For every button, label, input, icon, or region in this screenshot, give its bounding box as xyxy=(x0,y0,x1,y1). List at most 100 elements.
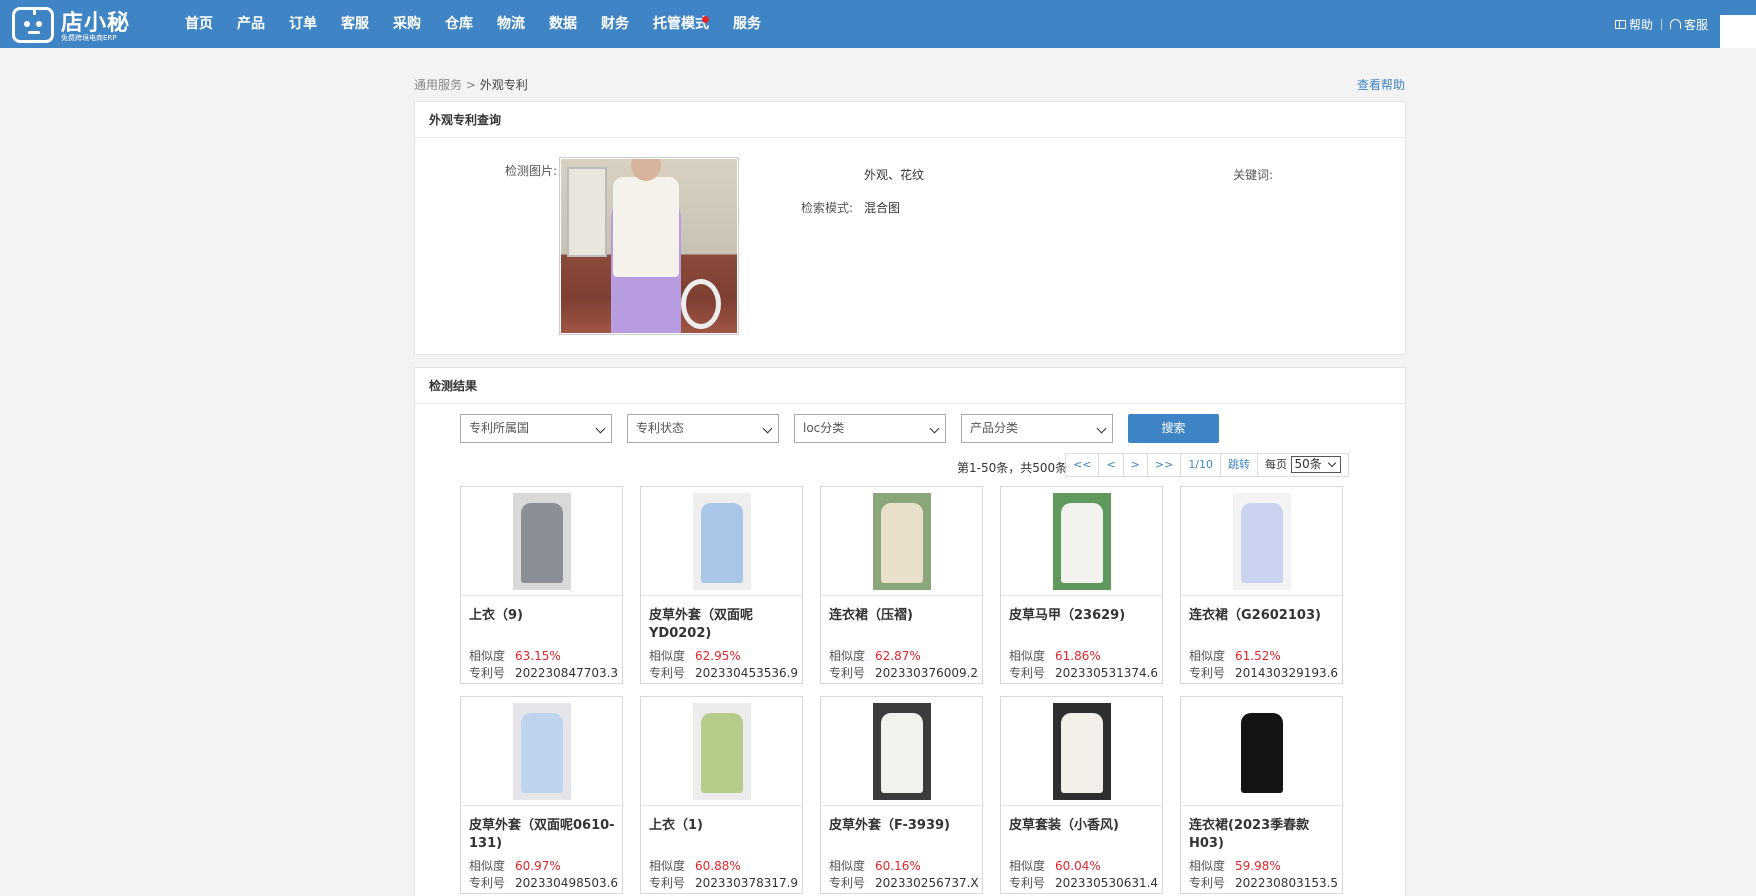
result-card-image[interactable] xyxy=(461,697,622,806)
nav-item-customer-service[interactable]: 客服 xyxy=(329,0,381,48)
patent-number: 202330378317.9 xyxy=(695,876,799,890)
query-image[interactable] xyxy=(559,157,739,335)
result-card-title: 连衣裙（G2602103) xyxy=(1189,608,1321,623)
nav-item-logistics[interactable]: 物流 xyxy=(485,0,537,48)
view-help-link[interactable]: 查看帮助 xyxy=(1357,76,1405,93)
chevron-down-icon xyxy=(1096,423,1107,434)
similarity-value: 60.16% xyxy=(875,859,921,873)
result-card[interactable]: 皮草套装（小香风) 相似度 60.04% 专利号 202330530631.4 xyxy=(1000,696,1163,894)
breadcrumb-parent[interactable]: 通用服务 xyxy=(414,78,462,92)
patent-label: 专利号 xyxy=(1009,876,1046,890)
result-card[interactable]: 上衣（9) 相似度 63.15% 专利号 202230847703.3 xyxy=(460,486,623,684)
nav-item-data[interactable]: 数据 xyxy=(537,0,589,48)
next-page-button[interactable]: > xyxy=(1124,454,1148,476)
result-card[interactable]: 连衣裙（G2602103) 相似度 61.52% 专利号 201430329193.6 xyxy=(1180,486,1343,684)
product-thumbnail xyxy=(512,702,571,800)
similarity-label: 相似度 xyxy=(829,649,866,663)
patent-row: 专利号 202230847703.3 xyxy=(469,664,618,681)
nav-item-orders[interactable]: 订单 xyxy=(277,0,329,48)
similarity-label: 相似度 xyxy=(1189,859,1226,873)
similarity-row: 相似度 60.16% xyxy=(829,857,921,874)
category-select[interactable]: 产品分类 xyxy=(961,414,1113,443)
country-select-value: 专利所属国 xyxy=(469,421,530,435)
service-link[interactable]: 客服 xyxy=(1662,16,1716,33)
per-page-select[interactable]: 50条 xyxy=(1290,456,1341,473)
result-card-image[interactable] xyxy=(821,487,982,596)
similarity-value: 59.98% xyxy=(1235,859,1281,873)
result-card-image[interactable] xyxy=(1181,487,1342,596)
patent-row: 专利号 202330378317.9 xyxy=(649,874,798,891)
breadcrumb: 通用服务 > 外观专利 xyxy=(414,76,528,93)
result-card-image[interactable] xyxy=(821,697,982,806)
result-card-image[interactable] xyxy=(641,697,802,806)
category-select-value: 产品分类 xyxy=(970,421,1019,435)
brand-logo[interactable]: 店小秘 免费跨境电商ERP xyxy=(12,2,132,46)
result-card-image[interactable] xyxy=(641,487,802,596)
patent-label: 专利号 xyxy=(469,666,506,680)
query-image-photo xyxy=(561,159,737,333)
similarity-value: 63.15% xyxy=(515,649,561,663)
results-panel: 检测结果 专利所属国 专利状态 loc分类 产品分类 搜索 第1-50条，共50… xyxy=(414,367,1406,896)
per-page-group: 每页 50条 xyxy=(1258,454,1348,476)
breadcrumb-separator: > xyxy=(465,78,476,92)
help-link[interactable]: 帮助 xyxy=(1607,16,1661,33)
nav-item-products[interactable]: 产品 xyxy=(225,0,277,48)
chevron-down-icon xyxy=(1327,458,1337,468)
result-card-image[interactable] xyxy=(1001,697,1162,806)
last-page-button[interactable]: >> xyxy=(1148,454,1182,476)
result-card-image[interactable] xyxy=(461,487,622,596)
status-select[interactable]: 专利状态 xyxy=(627,414,779,443)
similarity-value: 60.97% xyxy=(515,859,561,873)
nav-item-finance[interactable]: 财务 xyxy=(589,0,641,48)
notification-dot xyxy=(702,16,709,23)
result-card[interactable]: 皮草外套（F-3939) 相似度 60.16% 专利号 202330256737.X xyxy=(820,696,983,894)
page-indicator[interactable]: 1/10 xyxy=(1181,454,1222,476)
loc-select[interactable]: loc分类 xyxy=(794,414,946,443)
similarity-row: 相似度 60.04% xyxy=(1009,857,1101,874)
result-card-image[interactable] xyxy=(1181,697,1342,806)
nav-item-warehouse[interactable]: 仓库 xyxy=(433,0,485,48)
country-select[interactable]: 专利所属国 xyxy=(460,414,612,443)
patent-row: 专利号 202330256737.X xyxy=(829,874,979,891)
similarity-label: 相似度 xyxy=(1189,649,1226,663)
similarity-label: 相似度 xyxy=(469,649,506,663)
prev-page-button[interactable]: < xyxy=(1099,454,1124,476)
similarity-value: 61.52% xyxy=(1235,649,1281,663)
result-card[interactable]: 皮草马甲（23629) 相似度 61.86% 专利号 202330531374.6 xyxy=(1000,486,1163,684)
result-card[interactable]: 皮草外套（双面呢0610-131) 相似度 60.97% 专利号 20233049850… xyxy=(460,696,623,894)
patent-label: 专利号 xyxy=(829,876,866,890)
search-button[interactable]: 搜索 xyxy=(1128,414,1219,443)
result-card-title: 连衣裙（压褶) xyxy=(829,608,913,623)
nav-item-services[interactable]: 服务 xyxy=(721,0,773,48)
product-thumbnail xyxy=(1052,492,1111,590)
result-card[interactable]: 皮草外套（双面呢YD0202) 相似度 62.95% 专利号 202330453536.… xyxy=(640,486,803,684)
mode-label: 检索模式: xyxy=(800,201,853,215)
result-card[interactable]: 上衣（1) 相似度 60.88% 专利号 202330378317.9 xyxy=(640,696,803,894)
chevron-down-icon xyxy=(929,423,940,434)
result-card-title: 皮草马甲（23629) xyxy=(1009,608,1126,623)
similarity-row: 相似度 62.87% xyxy=(829,647,921,664)
first-page-button[interactable]: << xyxy=(1066,454,1100,476)
image-label: 检测图片: xyxy=(504,164,557,178)
similarity-row: 相似度 59.98% xyxy=(1189,857,1281,874)
nav-item-home[interactable]: 首页 xyxy=(173,0,225,48)
patent-row: 专利号 201430329193.6 xyxy=(1189,664,1338,681)
result-card-title: 皮草外套（F-3939) xyxy=(829,818,950,833)
similarity-label: 相似度 xyxy=(1009,859,1046,873)
result-card-title: 皮草外套（双面呢YD0202) xyxy=(649,608,754,641)
jump-button[interactable]: 跳转 xyxy=(1221,454,1259,476)
similarity-label: 相似度 xyxy=(649,649,686,663)
patent-label: 专利号 xyxy=(1189,876,1226,890)
nav-item-purchasing[interactable]: 采购 xyxy=(381,0,433,48)
product-thumbnail xyxy=(872,492,931,590)
pagination: << < > >> 1/10 跳转 每页 50条 xyxy=(1065,453,1349,477)
patent-number: 202330530631.4 xyxy=(1055,876,1159,890)
result-card-image[interactable] xyxy=(1001,487,1162,596)
result-card[interactable]: 连衣裙(2023季春款H03) 相似度 59.98% 专利号 202230803153.… xyxy=(1180,696,1343,894)
nav-item-hosting-mode-label: 托管模式 xyxy=(653,16,709,32)
patent-row: 专利号 202330453536.9 xyxy=(649,664,798,681)
nav-item-hosting-mode[interactable]: 托管模式 xyxy=(641,0,721,48)
patent-number: 202230847703.3 xyxy=(515,666,619,680)
patent-number: 202330256737.X xyxy=(875,876,979,890)
result-card[interactable]: 连衣裙（压褶) 相似度 62.87% 专利号 202330376009.2 xyxy=(820,486,983,684)
